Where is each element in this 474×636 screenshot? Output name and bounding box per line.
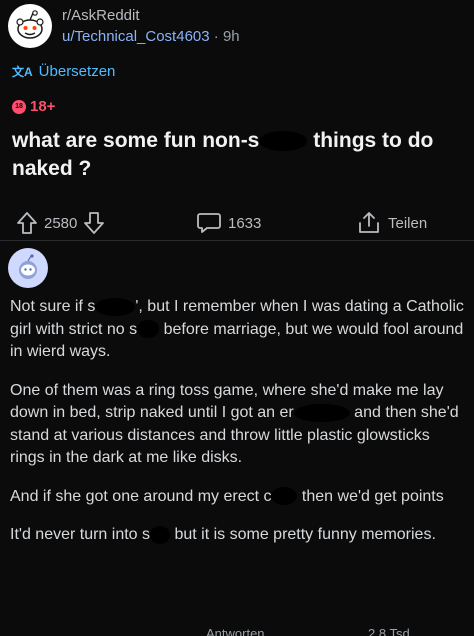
post-title[interactable]: what are some fun non-s things to do nak… bbox=[12, 127, 462, 183]
comment-paragraph: One of them was a ring toss game, where … bbox=[10, 380, 466, 470]
reddit-alien-icon bbox=[16, 10, 44, 39]
translate-icon: 文A bbox=[12, 65, 33, 79]
upvote-count: 2580 bbox=[44, 214, 78, 232]
nsfw-label: 18+ bbox=[30, 98, 56, 115]
vote-control: 2580 bbox=[16, 205, 105, 241]
comment-text: then we'd get points bbox=[297, 487, 444, 505]
comment-text: And if she got one around my erect c bbox=[10, 487, 272, 505]
upvote-icon[interactable] bbox=[16, 211, 38, 235]
comment-count: 1633 bbox=[228, 214, 262, 232]
censor-blot bbox=[293, 403, 350, 422]
meta-separator: · bbox=[213, 28, 219, 45]
nsfw-tag: 18 18+ bbox=[12, 98, 55, 115]
reply-button[interactable]: Antworten bbox=[206, 626, 265, 636]
censor-blot bbox=[95, 297, 136, 316]
post-actions: 2580 1633 Teilen bbox=[0, 205, 474, 241]
snoo-avatar-icon bbox=[19, 254, 37, 279]
comments-button[interactable]: 1633 bbox=[196, 205, 267, 241]
post-header: r/AskReddit u/Technical_Cost4603 · 9h bbox=[8, 4, 240, 48]
subreddit-name[interactable]: r/AskReddit bbox=[62, 6, 240, 26]
censor-blot bbox=[259, 131, 308, 152]
section-divider bbox=[0, 240, 474, 241]
censor-blot bbox=[150, 525, 171, 544]
comment-text: It'd never turn into s bbox=[10, 526, 151, 543]
share-icon bbox=[359, 212, 379, 233]
post-age: 9h bbox=[222, 28, 240, 45]
subreddit-avatar[interactable] bbox=[8, 4, 52, 48]
comment-paragraph: It'd never turn into s but it is some pr… bbox=[10, 524, 466, 547]
award-count: 2,8 Tsd. bbox=[368, 626, 413, 636]
comment-body: Not sure if s ', but I remember when I wa… bbox=[10, 296, 466, 563]
comment-paragraph: Not sure if s ', but I remember when I wa… bbox=[10, 296, 466, 364]
author-username[interactable]: u/Technical_Cost4603 bbox=[62, 28, 210, 45]
comment-icon bbox=[197, 213, 221, 233]
censor-blot bbox=[271, 487, 298, 506]
share-label: Teilen bbox=[388, 214, 428, 232]
post-meta: u/Technical_Cost4603 · 9h bbox=[62, 26, 240, 48]
comment-paragraph: And if she got one around my erect c the… bbox=[10, 486, 466, 509]
post-title-part1: what are some fun non-s bbox=[12, 129, 260, 152]
comment-text: but it is some pretty funny memories. bbox=[170, 526, 436, 543]
reply-label: Antworten bbox=[206, 626, 265, 636]
censor-blot bbox=[137, 320, 160, 339]
award-label: 2,8 Tsd. bbox=[368, 626, 414, 636]
comment-text: Not sure if s bbox=[10, 298, 96, 315]
downvote-icon[interactable] bbox=[83, 211, 105, 235]
share-button[interactable]: Teilen bbox=[356, 205, 433, 241]
comment-avatar[interactable] bbox=[8, 248, 48, 288]
nsfw-icon: 18 bbox=[12, 99, 26, 114]
translate-button[interactable]: 文A Übersetzen bbox=[12, 63, 115, 80]
translate-label: Übersetzen bbox=[38, 63, 116, 80]
